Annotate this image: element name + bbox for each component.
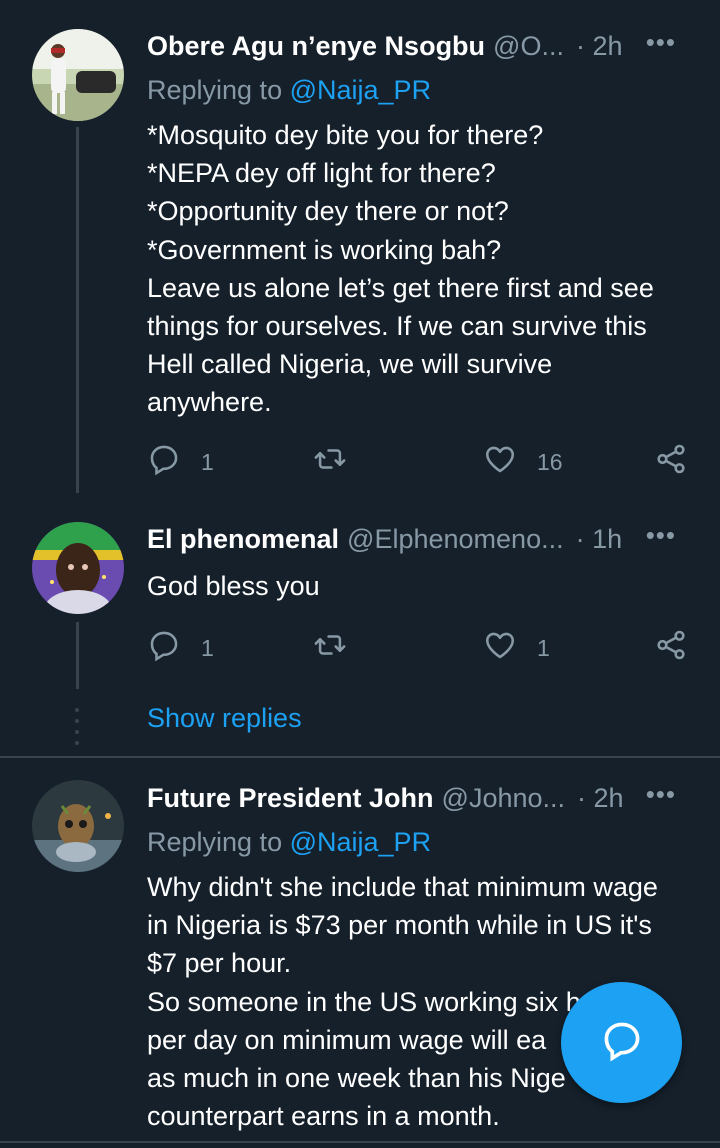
share-button[interactable] xyxy=(654,628,688,668)
thread-continuation-dots xyxy=(74,708,80,752)
reply-button[interactable]: 1 xyxy=(147,628,214,668)
like-count: 1 xyxy=(537,634,550,661)
tweet-line: God bless you xyxy=(147,571,320,601)
tweet-1[interactable]: Obere Agu n’enye Nsogbu @O... · 2h ••• R… xyxy=(0,0,720,505)
reply-count: 1 xyxy=(201,634,214,661)
tweet-line: things for ourselves. If we can survive … xyxy=(147,311,647,342)
timestamp[interactable]: · 2h xyxy=(576,31,623,62)
heart-icon xyxy=(483,628,517,668)
more-options-icon[interactable]: ••• xyxy=(646,779,676,810)
tweet-line: *NEPA dey off light for there? xyxy=(147,158,496,189)
thread-line xyxy=(76,127,79,493)
tweet-line: $7 per hour. xyxy=(147,948,292,979)
replying-prefix: Replying to xyxy=(147,827,283,857)
username-handle[interactable]: @Elphenomeno... xyxy=(347,524,564,555)
timestamp[interactable]: · 2h xyxy=(577,783,624,814)
replying-to: Replying to @Naija_PR xyxy=(147,75,431,106)
display-name[interactable]: Future President John xyxy=(147,783,434,814)
tweet-line: counterpart earns in a month. xyxy=(147,1101,500,1132)
tweet-line: *Opportunity dey there or not? xyxy=(147,196,509,227)
retweet-button[interactable] xyxy=(313,628,367,668)
tweet-2[interactable]: El phenomenal @Elphenomeno... · 1h ••• G… xyxy=(0,505,720,755)
display-name[interactable]: El phenomenal xyxy=(147,524,339,555)
show-replies-link[interactable]: Show replies xyxy=(147,703,302,734)
more-options-icon[interactable]: ••• xyxy=(646,27,676,58)
username-handle[interactable]: @O... xyxy=(493,31,564,62)
like-button[interactable]: 1 xyxy=(483,628,550,668)
timestamp[interactable]: · 1h xyxy=(576,524,623,555)
tweet-line: in Nigeria is $73 per month while in US … xyxy=(147,910,652,941)
like-button[interactable]: 16 xyxy=(483,442,563,482)
avatar[interactable] xyxy=(32,780,124,872)
replying-mention-link[interactable]: @Naija_PR xyxy=(290,75,431,105)
retweet-icon xyxy=(313,628,347,668)
retweet-icon xyxy=(313,442,347,482)
compose-reply-icon xyxy=(600,1018,644,1067)
tweet-text: God bless you xyxy=(147,567,680,605)
tweet-actions: 1 16 xyxy=(147,442,692,482)
reply-icon xyxy=(147,628,181,668)
divider xyxy=(0,1141,720,1143)
avatar[interactable] xyxy=(32,522,124,614)
tweet-header: El phenomenal @Elphenomeno... · 1h ••• xyxy=(147,520,690,556)
tweet-line: *Mosquito dey bite you for there? xyxy=(147,120,544,150)
like-count: 16 xyxy=(537,448,563,475)
share-button[interactable] xyxy=(654,442,688,482)
replying-prefix: Replying to xyxy=(147,75,283,105)
tweet-line: *Government is working bah? xyxy=(147,234,502,265)
display-name[interactable]: Obere Agu n’enye Nsogbu xyxy=(147,31,485,62)
reply-icon xyxy=(147,442,181,482)
replying-mention-link[interactable]: @Naija_PR xyxy=(290,827,431,857)
thread-line xyxy=(76,622,79,689)
compose-reply-button[interactable] xyxy=(561,982,682,1103)
reply-count: 1 xyxy=(201,448,214,475)
retweet-button[interactable] xyxy=(313,442,367,482)
tweet-line: anywhere. xyxy=(147,387,272,418)
share-icon xyxy=(654,442,688,482)
share-icon xyxy=(654,628,688,668)
reply-button[interactable]: 1 xyxy=(147,442,214,482)
heart-icon xyxy=(483,442,517,482)
tweet-actions: 1 1 xyxy=(147,628,692,668)
tweet-text: *Mosquito dey bite you for there? *NEPA … xyxy=(147,116,680,422)
tweet-header: Future President John @Johno... · 2h ••• xyxy=(147,779,690,815)
more-options-icon[interactable]: ••• xyxy=(646,520,676,551)
tweet-line: Hell called Nigeria, we will survive xyxy=(147,349,553,380)
tweet-line: Why didn't she include that minimum wage xyxy=(147,872,658,902)
tweet-line: Leave us alone let’s get there first and… xyxy=(147,272,654,303)
username-handle[interactable]: @Johno... xyxy=(442,783,565,814)
avatar[interactable] xyxy=(32,29,124,121)
replying-to: Replying to @Naija_PR xyxy=(147,827,431,858)
tweet-header: Obere Agu n’enye Nsogbu @O... · 2h ••• xyxy=(147,27,690,63)
